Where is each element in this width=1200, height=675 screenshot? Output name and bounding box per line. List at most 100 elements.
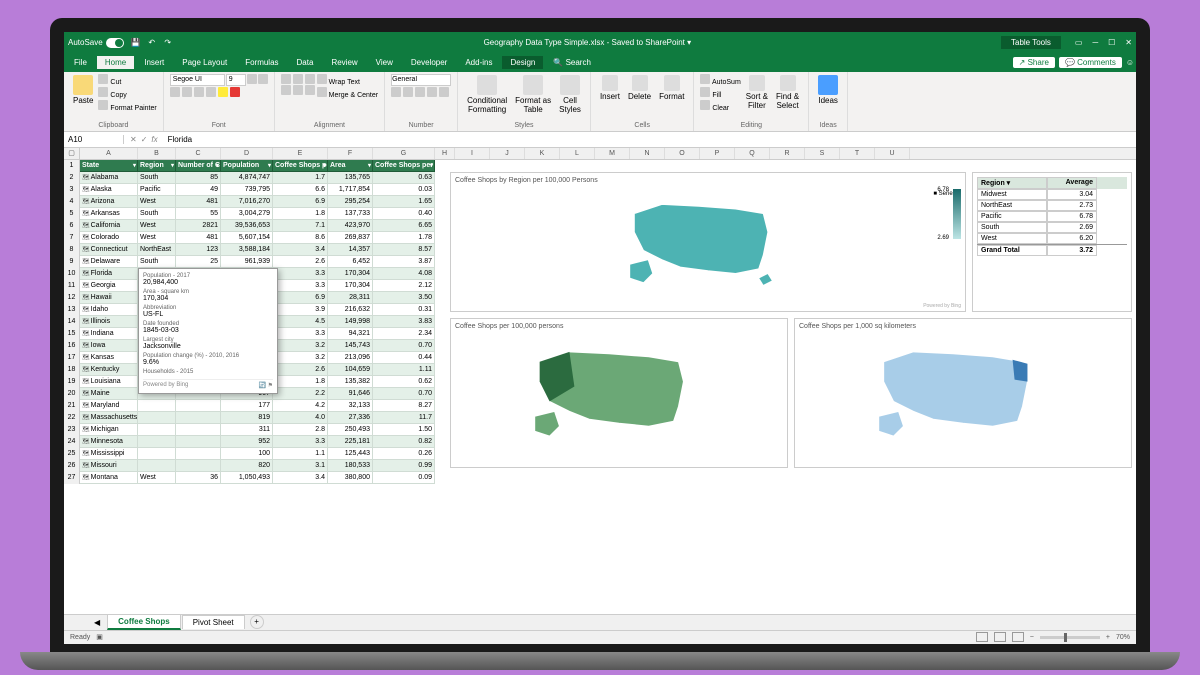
table-cell[interactable]: 8.57 — [373, 244, 435, 256]
table-header[interactable]: Coffee Shops per 1,000 square kms — [373, 160, 435, 172]
column-header[interactable]: T — [840, 148, 875, 159]
comments-button[interactable]: 💬 Comments — [1059, 57, 1122, 68]
column-header[interactable]: I — [455, 148, 490, 159]
row-header[interactable]: 8 — [64, 244, 80, 256]
tab-search[interactable]: 🔍 Search — [545, 56, 599, 69]
number-format-select[interactable] — [391, 74, 451, 86]
datacard-field[interactable]: Population - 201720,984,400 — [143, 273, 273, 286]
table-cell[interactable]: Arizona — [80, 196, 138, 208]
table-cell[interactable]: 137,733 — [328, 208, 373, 220]
table-row[interactable]: AlabamaSouth854,874,7471.7135,7650.63 — [80, 172, 435, 184]
sort-filter-button[interactable]: Sort & Filter — [743, 74, 771, 111]
table-cell[interactable]: 170,304 — [328, 280, 373, 292]
table-cell[interactable]: 0.31 — [373, 304, 435, 316]
table-cell[interactable]: 6.65 — [373, 220, 435, 232]
align-left-icon[interactable] — [281, 85, 291, 95]
tab-addins[interactable]: Add-ins — [457, 56, 500, 69]
italic-icon[interactable] — [182, 87, 192, 97]
table-cell[interactable]: 1.8 — [273, 208, 328, 220]
zoom-slider[interactable] — [1040, 636, 1100, 639]
table-cell[interactable]: Louisiana — [80, 376, 138, 388]
cancel-formula-icon[interactable]: ✕ — [130, 135, 137, 144]
table-cell[interactable]: 819 — [221, 412, 273, 424]
table-cell[interactable]: 4.0 — [273, 412, 328, 424]
table-row[interactable]: Minnesota9523.3225,1810.82 — [80, 436, 435, 448]
table-row[interactable]: AlaskaPacific49739,7956.61,717,8540.03 — [80, 184, 435, 196]
share-button[interactable]: ↗ Share — [1013, 57, 1055, 68]
currency-icon[interactable] — [391, 87, 401, 97]
table-cell[interactable]: 0.70 — [373, 388, 435, 400]
row-header[interactable]: 16 — [64, 340, 80, 352]
table-cell[interactable]: 32,133 — [328, 400, 373, 412]
table-header[interactable]: Area — [328, 160, 373, 172]
table-header[interactable]: Number of Coffee Shops — [176, 160, 221, 172]
datacard-field[interactable]: Households - 2015 — [143, 369, 273, 375]
copy-button[interactable]: Copy — [98, 87, 156, 99]
macro-record-icon[interactable]: ▣ — [96, 633, 103, 641]
column-header[interactable]: D — [221, 148, 273, 159]
table-cell[interactable]: 3.3 — [273, 328, 328, 340]
row-header[interactable]: 18 — [64, 364, 80, 376]
fill-color-icon[interactable] — [218, 87, 228, 97]
ideas-button[interactable]: Ideas — [815, 74, 841, 106]
pivot-header-region[interactable]: Region ▾ — [977, 177, 1047, 189]
cells-grid[interactable]: StateRegionNumber of Coffee ShopsPopulat… — [80, 160, 1136, 614]
table-cell[interactable]: 6.9 — [273, 196, 328, 208]
row-header[interactable]: 4 — [64, 196, 80, 208]
table-cell[interactable] — [138, 460, 176, 472]
row-header[interactable]: 7 — [64, 232, 80, 244]
table-cell[interactable]: 39,536,653 — [221, 220, 273, 232]
font-size-input[interactable] — [226, 74, 246, 86]
table-cell[interactable]: 295,254 — [328, 196, 373, 208]
increase-font-icon[interactable] — [247, 74, 257, 84]
table-cell[interactable]: NorthEast — [138, 244, 176, 256]
table-cell[interactable]: California — [80, 220, 138, 232]
autosave-toggle-icon[interactable] — [106, 38, 124, 48]
table-cell[interactable]: Missouri — [80, 460, 138, 472]
table-cell[interactable]: 423,970 — [328, 220, 373, 232]
tab-developer[interactable]: Developer — [403, 56, 455, 69]
table-header[interactable]: State — [80, 160, 138, 172]
column-header[interactable]: F — [328, 148, 373, 159]
table-cell[interactable]: West — [138, 472, 176, 484]
save-icon[interactable]: 💾 — [130, 37, 142, 49]
zoom-out-icon[interactable]: − — [1030, 634, 1034, 641]
column-header[interactable]: J — [490, 148, 525, 159]
table-cell[interactable]: 3.87 — [373, 256, 435, 268]
table-cell[interactable]: 180,533 — [328, 460, 373, 472]
table-cell[interactable]: 481 — [176, 232, 221, 244]
comma-icon[interactable] — [415, 87, 425, 97]
column-header[interactable]: K — [525, 148, 560, 159]
table-cell[interactable]: 4.08 — [373, 268, 435, 280]
tab-formulas[interactable]: Formulas — [237, 56, 286, 69]
table-cell[interactable]: 3.50 — [373, 292, 435, 304]
align-bottom-icon[interactable] — [305, 74, 315, 84]
table-cell[interactable]: 739,795 — [221, 184, 273, 196]
table-cell[interactable]: Kentucky — [80, 364, 138, 376]
row-header[interactable]: 22 — [64, 412, 80, 424]
table-cell[interactable]: 0.09 — [373, 472, 435, 484]
delete-cells-button[interactable]: Delete — [625, 74, 654, 102]
column-header[interactable]: C — [176, 148, 221, 159]
table-cell[interactable]: 3.1 — [273, 460, 328, 472]
table-cell[interactable]: 149,998 — [328, 316, 373, 328]
table-cell[interactable]: 1.8 — [273, 376, 328, 388]
datacard-flag-icon[interactable]: 🔄 ⚑ — [258, 382, 273, 389]
row-header[interactable]: 17 — [64, 352, 80, 364]
align-top-icon[interactable] — [281, 74, 291, 84]
data-type-card[interactable]: Population - 201720,984,400Area - square… — [138, 268, 278, 394]
table-cell[interactable]: 7.1 — [273, 220, 328, 232]
pivot-row[interactable]: South2.69 — [977, 222, 1127, 233]
table-cell[interactable]: 1.11 — [373, 364, 435, 376]
table-cell[interactable]: 216,632 — [328, 304, 373, 316]
table-cell[interactable]: 0.82 — [373, 436, 435, 448]
redo-icon[interactable]: ↷ — [162, 37, 174, 49]
table-cell[interactable]: 3.9 — [273, 304, 328, 316]
table-cell[interactable]: 6.9 — [273, 292, 328, 304]
percent-icon[interactable] — [403, 87, 413, 97]
table-cell[interactable]: Alaska — [80, 184, 138, 196]
table-cell[interactable]: 55 — [176, 208, 221, 220]
table-cell[interactable]: Delaware — [80, 256, 138, 268]
table-header[interactable]: Population — [221, 160, 273, 172]
table-row[interactable]: DelawareSouth25961,9392.66,4523.87 — [80, 256, 435, 268]
